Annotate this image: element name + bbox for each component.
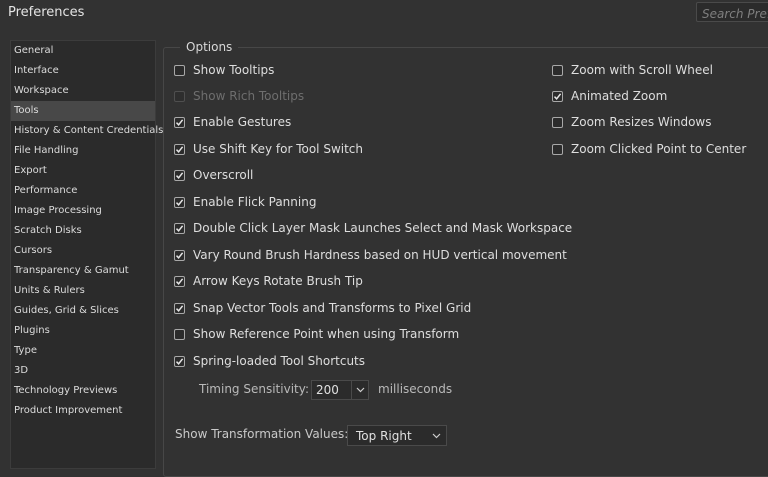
option-animated-zoom[interactable]: Animated Zoom — [552, 87, 667, 105]
option-vary-round-brush-hardness-based-on-hud-vertical-movement[interactable]: Vary Round Brush Hardness based on HUD v… — [174, 246, 567, 264]
option-snap-vector-tools-and-transforms-to-pixel-grid[interactable]: Snap Vector Tools and Transforms to Pixe… — [174, 299, 471, 317]
preferences-sidebar: General Interface Workspace Tools History & … — [10, 40, 163, 469]
option-arrow-keys-rotate-brush-tip[interactable]: Arrow Keys Rotate Brush Tip — [174, 272, 363, 290]
checkbox-checked[interactable] — [174, 302, 185, 314]
transformation-values-select[interactable]: Top Right — [347, 425, 447, 446]
checkbox-unchecked[interactable] — [174, 64, 185, 76]
sidebar-item-units-and-rulers[interactable]: Units & Rulers — [11, 281, 155, 301]
option-label[interactable]: Spring-loaded Tool Shortcuts — [193, 354, 365, 368]
option-enable-gestures[interactable]: Enable Gestures — [174, 113, 291, 131]
sidebar-item-performance[interactable]: Performance — [11, 181, 155, 201]
checkbox-checked[interactable] — [174, 275, 185, 287]
sidebar-item-cursors[interactable]: Cursors — [11, 241, 155, 261]
checkbox-checked[interactable] — [174, 249, 185, 261]
checkbox-checked[interactable] — [552, 90, 563, 102]
sidebar-item-tools[interactable]: Tools — [11, 101, 155, 121]
sidebar-item-general[interactable]: General — [11, 41, 155, 61]
checkbox-unchecked[interactable] — [552, 143, 563, 155]
checkbox-checked[interactable] — [174, 143, 185, 155]
option-label[interactable]: Snap Vector Tools and Transforms to Pixe… — [193, 301, 471, 315]
option-label[interactable]: Zoom Clicked Point to Center — [571, 142, 746, 156]
option-show-rich-tooltips: Show Rich Tooltips — [174, 87, 304, 105]
checkbox-unchecked — [174, 90, 185, 102]
option-zoom-clicked-point-to-center[interactable]: Zoom Clicked Point to Center — [552, 140, 746, 158]
option-enable-flick-panning[interactable]: Enable Flick Panning — [174, 193, 316, 211]
sidebar-item-image-processing[interactable]: Image Processing — [11, 201, 155, 221]
timing-sensitivity-stepper[interactable]: 200 — [311, 380, 369, 400]
checkbox-checked[interactable] — [174, 196, 185, 208]
option-double-click-layer-mask-launches-select-and-mask-workspace[interactable]: Double Click Layer Mask Launches Select … — [174, 219, 572, 237]
chevron-down-icon[interactable] — [432, 426, 441, 445]
chevron-down-icon[interactable] — [351, 381, 368, 399]
checkbox-checked[interactable] — [174, 116, 185, 128]
options-legend: Options — [180, 40, 239, 54]
option-label[interactable]: Show Tooltips — [193, 63, 274, 77]
sidebar-item-scratch-disks[interactable]: Scratch Disks — [11, 221, 155, 241]
timing-sensitivity-value[interactable]: 200 — [316, 383, 339, 397]
option-label[interactable]: Zoom with Scroll Wheel — [571, 63, 713, 77]
title-bar: Preferences — [0, 0, 768, 26]
sidebar-item-3d[interactable]: 3D — [11, 361, 155, 381]
search-input[interactable] — [697, 5, 768, 23]
checkbox-unchecked[interactable] — [552, 64, 563, 76]
option-overscroll[interactable]: Overscroll — [174, 166, 253, 184]
option-spring-loaded-tool-shortcuts[interactable]: Spring-loaded Tool Shortcuts — [174, 352, 365, 370]
option-use-shift-key-for-tool-switch[interactable]: Use Shift Key for Tool Switch — [174, 140, 363, 158]
sidebar-item-export[interactable]: Export — [11, 161, 155, 181]
checkbox-checked[interactable] — [174, 169, 185, 181]
sidebar-item-file-handling[interactable]: File Handling — [11, 141, 155, 161]
option-label[interactable]: Enable Gestures — [193, 115, 291, 129]
option-zoom-with-scroll-wheel[interactable]: Zoom with Scroll Wheel — [552, 61, 713, 79]
option-label[interactable]: Animated Zoom — [571, 89, 667, 103]
option-label[interactable]: Use Shift Key for Tool Switch — [193, 142, 363, 156]
checkbox-unchecked[interactable] — [174, 328, 185, 340]
sidebar-item-history-and-content-credentials[interactable]: History & Content Credentials — [11, 121, 163, 141]
checkbox-unchecked[interactable] — [552, 116, 563, 128]
sidebar-item-guides-grid-and-slices[interactable]: Guides, Grid & Slices — [11, 301, 155, 321]
timing-sensitivity-label: Timing Sensitivity: — [199, 382, 309, 396]
window-title: Preferences — [8, 5, 85, 20]
option-label[interactable]: Enable Flick Panning — [193, 195, 316, 209]
transformation-values-value[interactable]: Top Right — [356, 429, 412, 443]
sidebar-item-transparency-and-gamut[interactable]: Transparency & Gamut — [11, 261, 155, 281]
sidebar-item-technology-previews[interactable]: Technology Previews — [11, 381, 155, 401]
search-box[interactable] — [696, 2, 768, 23]
option-label[interactable]: Overscroll — [193, 168, 253, 182]
option-label[interactable]: Show Reference Point when using Transfor… — [193, 327, 459, 341]
sidebar-item-plugins[interactable]: Plugins — [11, 321, 155, 341]
checkbox-checked[interactable] — [174, 355, 185, 367]
sidebar-item-type[interactable]: Type — [11, 341, 155, 361]
sidebar-item-interface[interactable]: Interface — [11, 61, 155, 81]
checkbox-checked[interactable] — [174, 222, 185, 234]
sidebar-item-workspace[interactable]: Workspace — [11, 81, 155, 101]
timing-unit-label: milliseconds — [378, 382, 453, 396]
option-label: Show Rich Tooltips — [193, 89, 305, 103]
option-show-reference-point-when-using-transform[interactable]: Show Reference Point when using Transfor… — [174, 325, 459, 343]
option-zoom-resizes-windows[interactable]: Zoom Resizes Windows — [552, 113, 712, 131]
option-label[interactable]: Arrow Keys Rotate Brush Tip — [193, 274, 363, 288]
sidebar-item-product-improvement[interactable]: Product Improvement — [11, 401, 155, 421]
option-label[interactable]: Double Click Layer Mask Launches Select … — [193, 221, 572, 235]
transformation-values-label: Show Transformation Values: — [175, 427, 349, 441]
option-label[interactable]: Vary Round Brush Hardness based on HUD v… — [193, 248, 567, 262]
option-show-tooltips[interactable]: Show Tooltips — [174, 61, 274, 79]
option-label[interactable]: Zoom Resizes Windows — [571, 115, 712, 129]
